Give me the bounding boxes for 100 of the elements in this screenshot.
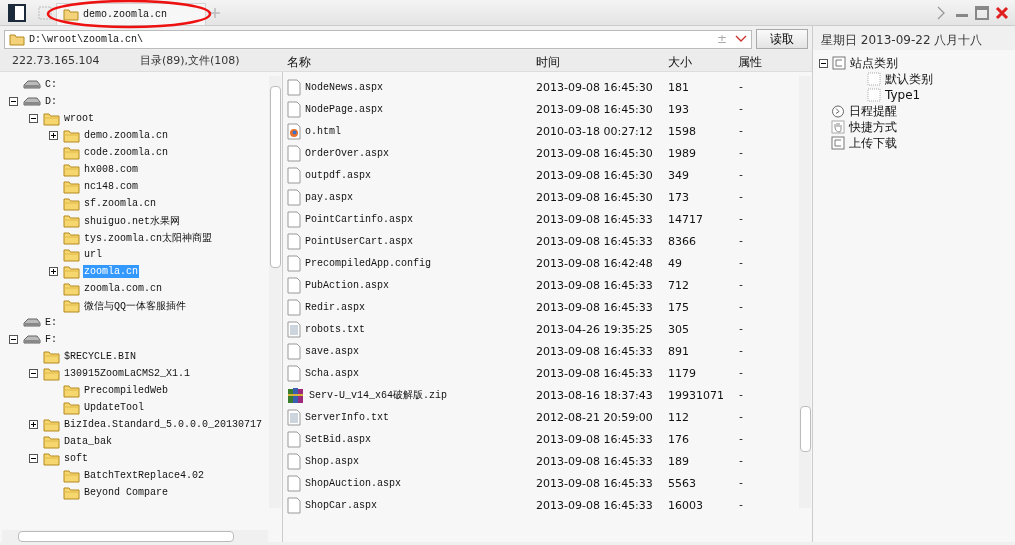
file-name[interactable]: ServerInfo.txt: [305, 411, 389, 423]
file-name[interactable]: PointUserCart.aspx: [305, 235, 414, 247]
file-name[interactable]: Scha.aspx: [305, 367, 359, 379]
table-cell: -: [738, 279, 744, 291]
drive-icon: [23, 79, 41, 90]
tree-item[interactable]: url: [83, 248, 103, 261]
table-cell: 176: [668, 432, 689, 446]
table-cell: 2013-09-08 16:45:30: [536, 80, 653, 94]
path-field[interactable]: D:\wroot\zoomla.cn\ ±: [4, 29, 752, 49]
maximize-icon[interactable]: [975, 5, 989, 20]
tree-item[interactable]: code.zoomla.cn: [83, 146, 169, 159]
file-icon: [287, 452, 301, 470]
file-name[interactable]: Serv-U_v14_x64破解版.zip: [309, 388, 448, 402]
folder-icon: [63, 179, 80, 194]
tree-item[interactable]: 快捷方式: [849, 118, 897, 136]
file-name[interactable]: NodeNews.aspx: [305, 81, 383, 93]
tree-toggle-icon[interactable]: [29, 114, 38, 123]
file-name[interactable]: robots.txt: [305, 323, 365, 335]
tree-item[interactable]: Data_bak: [63, 435, 113, 448]
tree-item[interactable]: wroot: [63, 112, 95, 125]
table-cell: 189: [668, 454, 689, 468]
table-cell: 2013-09-08 16:45:30: [536, 190, 653, 204]
file-name[interactable]: pay.aspx: [305, 191, 353, 203]
file-name[interactable]: PubAction.aspx: [305, 279, 389, 291]
file-name[interactable]: SetBid.aspx: [305, 433, 371, 445]
table-cell: -: [738, 433, 744, 445]
dropdown-icon[interactable]: [735, 35, 747, 43]
folder-icon: [63, 230, 80, 245]
table-cell: -: [738, 301, 744, 313]
tree-item[interactable]: E:: [44, 316, 58, 329]
column-header[interactable]: 大小: [668, 54, 692, 71]
tree-item[interactable]: PrecompiledWeb: [83, 384, 169, 397]
column-header[interactable]: 名称: [287, 54, 311, 71]
file-icon: [287, 232, 301, 250]
tree-item[interactable]: $RECYCLE.BIN: [63, 350, 137, 363]
tree-item[interactable]: demo.zoomla.cn: [83, 129, 169, 142]
tree-toggle-icon[interactable]: [9, 335, 18, 344]
add-tab-icon[interactable]: [210, 7, 220, 18]
file-name[interactable]: save.aspx: [305, 345, 359, 357]
tree-item[interactable]: D:: [44, 95, 58, 108]
tree-item[interactable]: nc148.com: [83, 180, 139, 193]
tree-item[interactable]: tys.zoomla.cn太阳神商盟: [83, 229, 213, 246]
table-cell: 2013-09-08 16:45:33: [536, 300, 653, 314]
tree-item[interactable]: 130915ZoomLaCMS2_X1.1: [63, 367, 192, 380]
table-cell: 5563: [668, 476, 696, 490]
scrollbar[interactable]: [269, 76, 281, 508]
tree-item[interactable]: BatchTextReplace4.02: [83, 469, 206, 482]
tree-item[interactable]: C:: [44, 78, 58, 91]
tree-item[interactable]: soft: [63, 452, 89, 465]
file-name[interactable]: ShopAuction.aspx: [305, 477, 401, 489]
panel-icon[interactable]: [8, 3, 26, 22]
tree-item[interactable]: Beyond Compare: [83, 486, 169, 499]
folder-icon: [63, 247, 80, 262]
file-name[interactable]: outpdf.aspx: [305, 169, 371, 181]
tree-item[interactable]: sf.zoomla.cn: [83, 197, 157, 210]
scrollbar[interactable]: [2, 530, 268, 542]
tree-item[interactable]: 站点类别: [850, 54, 898, 72]
file-name[interactable]: o.html: [305, 125, 341, 137]
scrollbar[interactable]: [799, 76, 811, 508]
file-name[interactable]: OrderOver.aspx: [305, 147, 389, 159]
file-name[interactable]: Shop.aspx: [305, 455, 359, 467]
folder-icon: [63, 298, 80, 313]
tree-item[interactable]: shuiguo.net水果网: [83, 212, 181, 229]
blank-tab-icon[interactable]: [38, 5, 52, 20]
tree-item[interactable]: BizIdea.Standard_5.0.0.0_20130717: [63, 418, 264, 431]
tree-item[interactable]: 微信与QQ一体客服插件: [83, 297, 187, 314]
read-button[interactable]: 读取: [756, 29, 808, 49]
table-cell: 305: [668, 322, 689, 336]
column-header[interactable]: 时间: [536, 54, 560, 71]
tree-toggle-icon[interactable]: [29, 369, 38, 378]
tree-item[interactable]: Type1: [885, 88, 921, 102]
tree-item[interactable]: zoomla.com.cn: [83, 282, 163, 295]
file-name[interactable]: PrecompiledApp.config: [305, 257, 432, 269]
dotted-square-icon: [867, 88, 881, 102]
tree-toggle-icon[interactable]: [49, 267, 58, 276]
file-icon: [287, 166, 301, 184]
tree-item[interactable]: 默认类别: [885, 70, 933, 88]
tree-toggle-icon[interactable]: [49, 131, 58, 140]
table-cell: 19931071: [668, 388, 724, 402]
tree-toggle-icon[interactable]: [29, 454, 38, 463]
table-cell: 712: [668, 278, 689, 292]
tree-toggle-icon[interactable]: [9, 97, 18, 106]
folder-icon: [63, 8, 79, 21]
tree-toggle-icon[interactable]: [29, 420, 38, 429]
tree-item[interactable]: 上传下载: [849, 134, 897, 152]
table-cell: 173: [668, 190, 689, 204]
table-cell: 181: [668, 80, 689, 94]
tree-item[interactable]: 日程提醒: [849, 102, 897, 120]
file-name[interactable]: NodePage.aspx: [305, 103, 383, 115]
tree-item[interactable]: UpdateTool: [83, 401, 145, 414]
tree-item[interactable]: F:: [44, 333, 58, 346]
file-name[interactable]: PointCartinfo.aspx: [305, 213, 414, 225]
table-cell: 2013-09-08 16:45:33: [536, 212, 653, 226]
file-name[interactable]: Redir.aspx: [305, 301, 365, 313]
tab[interactable]: demo.zoomla.cn: [56, 3, 206, 25]
close-icon[interactable]: [995, 5, 1009, 20]
tree-item[interactable]: hx008.com: [83, 163, 139, 176]
column-header[interactable]: 属性: [738, 54, 762, 71]
tree-toggle-icon[interactable]: [819, 58, 828, 68]
file-name[interactable]: ShopCar.aspx: [305, 499, 377, 511]
